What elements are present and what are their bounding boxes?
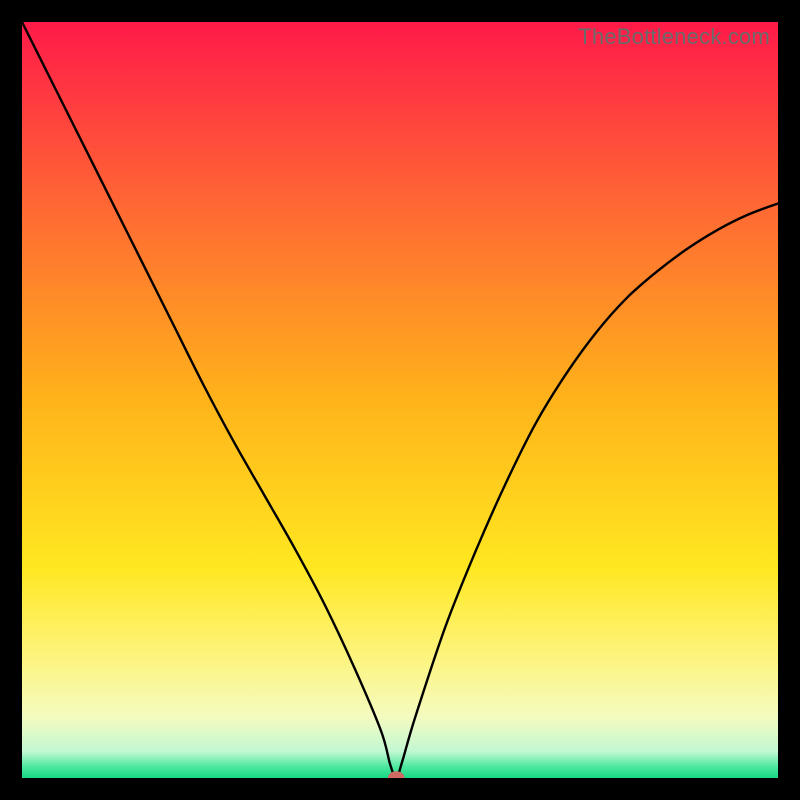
gradient-background — [22, 22, 778, 778]
bottleneck-chart — [22, 22, 778, 778]
chart-frame: TheBottleneck.com — [22, 22, 778, 778]
watermark-text: TheBottleneck.com — [578, 24, 770, 50]
